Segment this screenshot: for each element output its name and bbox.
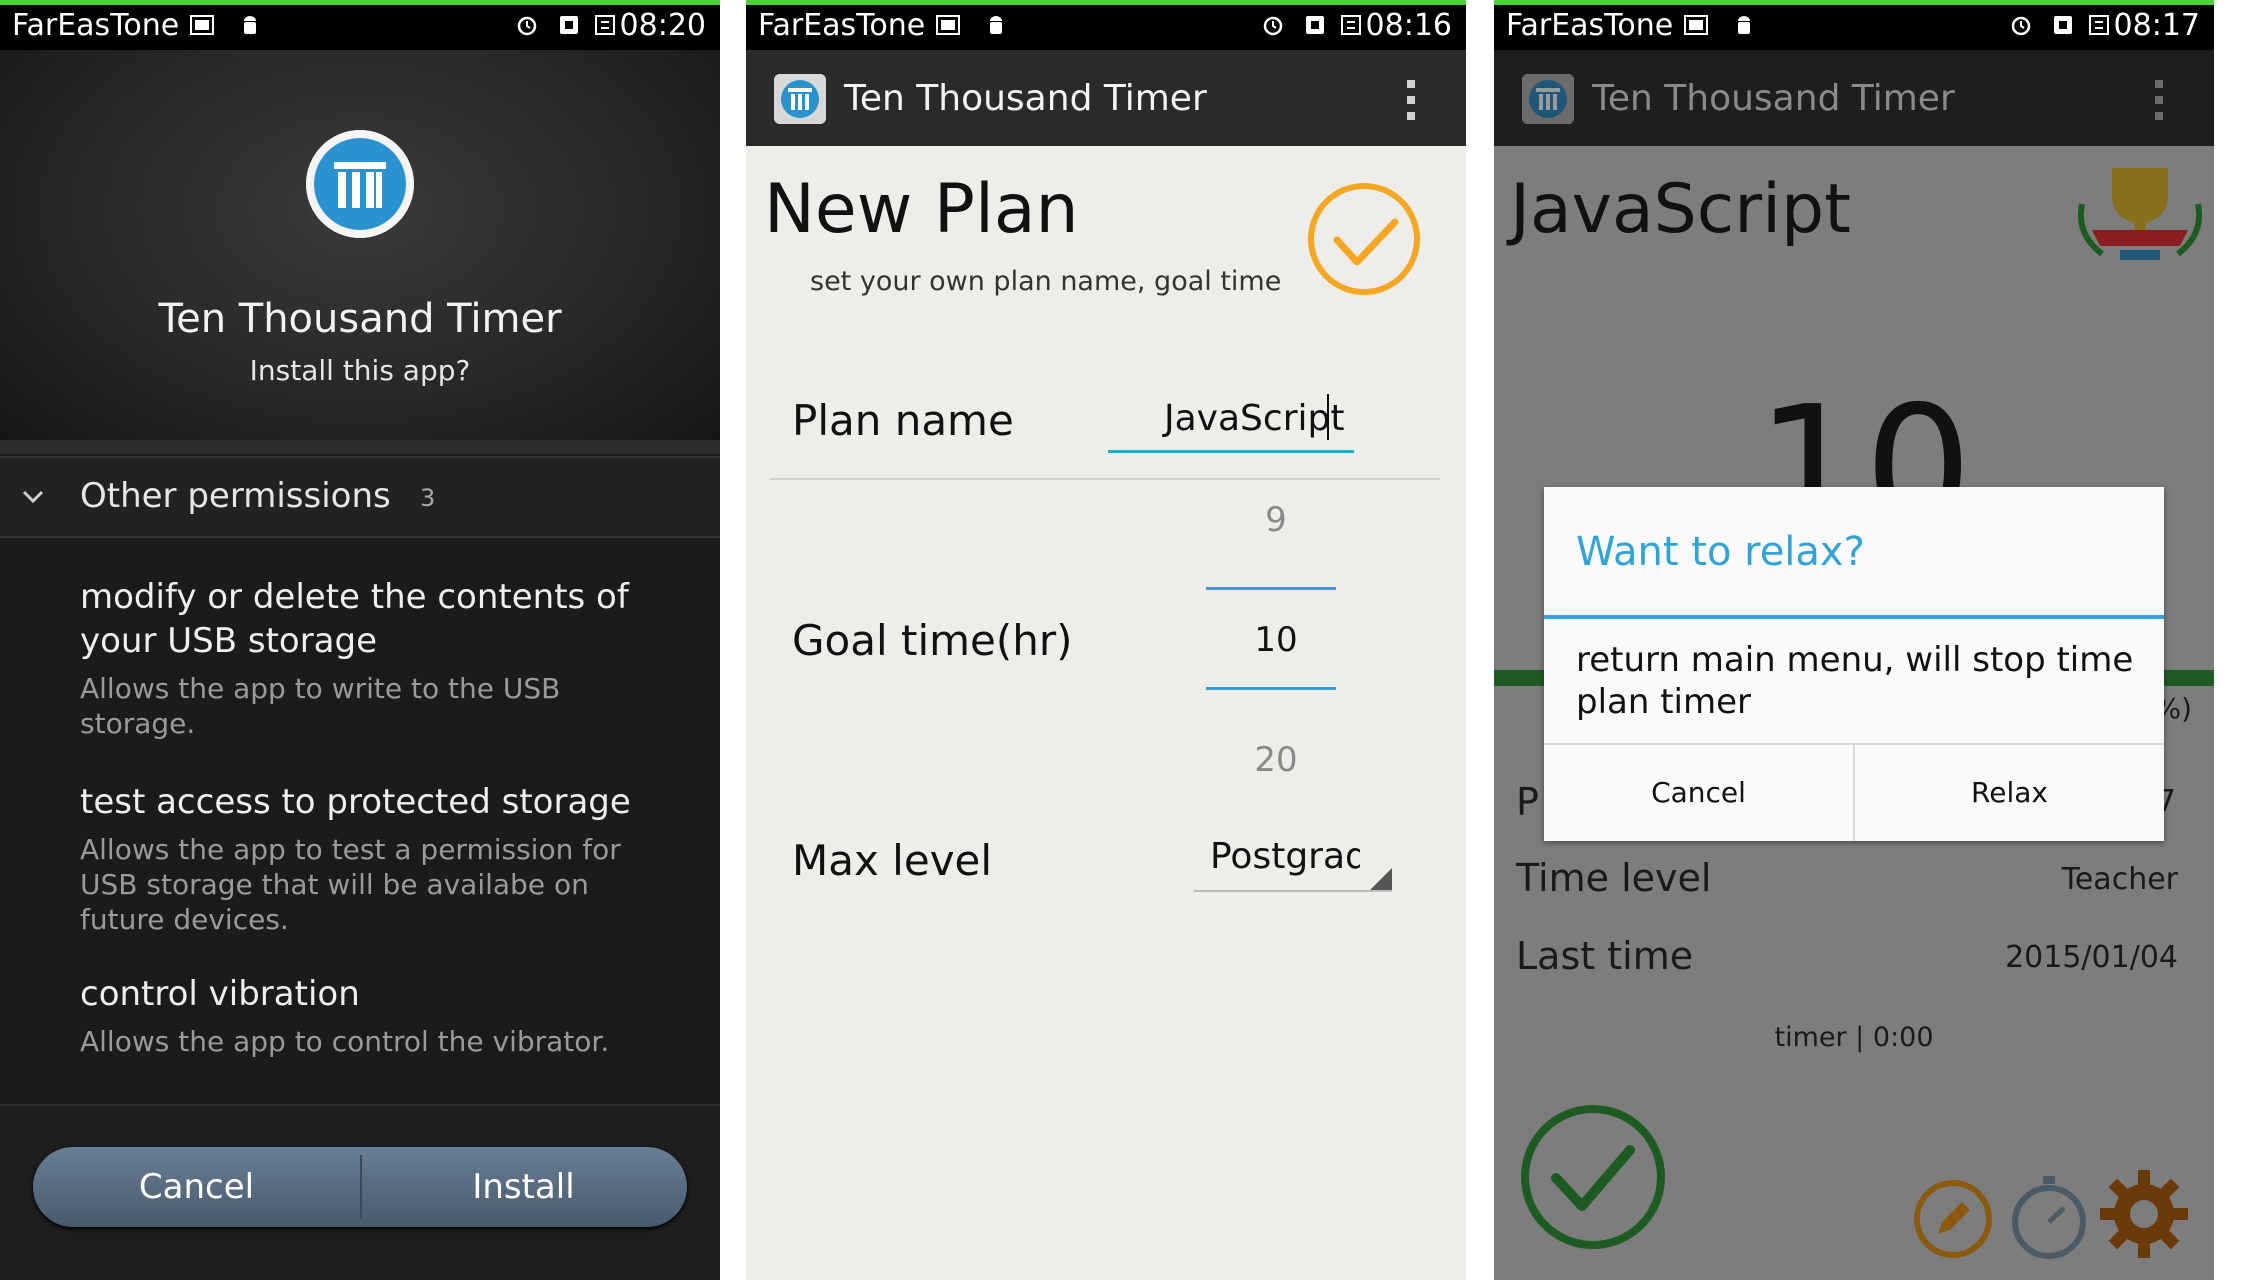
status-bar: FarEasTone 08:20 — [0, 0, 720, 50]
goal-picker-prev[interactable]: 9 — [1206, 500, 1346, 540]
last-time-value: 2015/01/04 — [2005, 940, 2178, 975]
sim-icon — [560, 16, 578, 34]
permission-description: Allows the app to write to the USB stora… — [80, 672, 561, 740]
status-progress-line — [746, 0, 1466, 5]
carrier-label: FarEasTone — [758, 8, 926, 43]
app-bar-title: Ten Thousand Timer — [844, 78, 1207, 119]
permission-title: modify or delete the contents of your US… — [80, 577, 629, 661]
overflow-menu-icon[interactable] — [2154, 78, 2164, 122]
max-level-label: Max level — [792, 836, 993, 885]
app-logo-icon — [774, 74, 826, 124]
permission-title: control vibration — [80, 974, 360, 1014]
picker-bottom-line — [1206, 687, 1336, 690]
sync-icon — [2089, 15, 2109, 35]
checkmark-icon[interactable] — [1307, 182, 1421, 296]
dialog-cancel-button[interactable]: Cancel — [1544, 745, 1853, 841]
permissions-count: 3 — [420, 484, 436, 512]
plan-info-label-partial: P — [1516, 780, 1539, 824]
status-progress-line — [1494, 0, 2214, 5]
time-level-value: Teacher — [2061, 862, 2178, 897]
app-logo-icon — [1522, 74, 1574, 124]
permission-item: control vibration Allows the app to cont… — [80, 972, 680, 1059]
install-hero — [0, 50, 720, 450]
max-level-value: Postgraduate — [1210, 836, 1360, 877]
settings-gear-icon[interactable] — [2098, 1168, 2190, 1260]
permission-item: modify or delete the contents of your US… — [80, 575, 680, 741]
sim-icon — [1306, 16, 1324, 34]
goal-picker-next[interactable]: 20 — [1206, 740, 1346, 780]
android-icon — [244, 16, 256, 34]
overflow-menu-icon[interactable] — [1406, 78, 1416, 122]
cancel-button[interactable]: Cancel — [33, 1147, 360, 1227]
relax-dialog: Want to relax? return main menu, will st… — [1544, 487, 2164, 841]
goal-time-label: Goal time(hr) — [792, 616, 1073, 665]
plan-name-input[interactable]: JavaScript — [1108, 384, 1354, 453]
hero-edge — [0, 440, 720, 454]
dialog-relax-button[interactable]: Relax — [1855, 745, 2164, 841]
install-prompt: Install this app? — [249, 354, 471, 387]
plan-name-value: JavaScript — [1164, 398, 1345, 439]
status-time: 08:17 — [2113, 8, 2200, 43]
edit-icon[interactable] — [1912, 1178, 1994, 1260]
status-bar: FarEasTone 08:16 — [746, 0, 1466, 50]
dropdown-arrow-icon — [1370, 868, 1392, 890]
timer-readout: timer | 0:00 — [1774, 1022, 1934, 1053]
last-time-label: Last time — [1516, 934, 1694, 978]
alarm-icon — [2011, 16, 2031, 36]
page-subtitle: set your own plan name, goal time — [810, 266, 1282, 297]
permission-item: test access to protected storage Allows … — [80, 780, 680, 937]
dialog-message: return main menu, will stop time plan ti… — [1576, 640, 2134, 722]
time-level-label: Time level — [1516, 856, 1712, 900]
checkmark-icon[interactable] — [1520, 1104, 1666, 1250]
goal-picker-value[interactable]: 10 — [1206, 620, 1346, 660]
sync-icon — [595, 15, 615, 35]
app-bar: Ten Thousand Timer — [1494, 50, 2214, 146]
alarm-icon — [517, 16, 537, 36]
app-logo-icon — [306, 130, 414, 238]
android-icon — [990, 16, 1002, 34]
permission-title: test access to protected storage — [80, 782, 631, 822]
plan-title: JavaScript — [1510, 170, 1851, 249]
new-plan-screen: FarEasTone 08:16 Ten Thousand Timer New … — [746, 0, 1466, 1280]
permission-description: Allows the app to control the vibrator. — [80, 1025, 610, 1058]
carrier-label: FarEasTone — [1506, 8, 1674, 43]
chevron-down-icon — [22, 490, 44, 504]
dialog-title-divider — [1544, 615, 2164, 619]
permissions-section-label: Other permissions — [80, 476, 391, 516]
status-time: 08:20 — [619, 8, 706, 43]
other-permissions-toggle[interactable]: Other permissions 3 — [0, 456, 720, 538]
picture-icon — [190, 15, 214, 35]
status-time: 08:16 — [1365, 8, 1452, 43]
max-level-select[interactable]: Postgraduate — [1194, 830, 1392, 892]
sim-icon — [2054, 16, 2072, 34]
picker-top-line — [1206, 587, 1336, 590]
status-bar: FarEasTone 08:17 — [1494, 0, 2214, 50]
stopwatch-icon[interactable] — [2008, 1174, 2090, 1260]
text-caret — [1327, 394, 1329, 440]
carrier-label: FarEasTone — [12, 8, 180, 43]
page-title: New Plan — [764, 170, 1079, 249]
picture-icon — [1684, 15, 1708, 35]
install-button-group: Cancel Install — [33, 1147, 687, 1227]
picture-icon — [936, 15, 960, 35]
plan-detail-screen: FarEasTone 08:17 Ten Thousand Timer Java… — [1494, 0, 2214, 1280]
install-button[interactable]: Install — [360, 1147, 687, 1227]
permission-description: Allows the app to test a permission for … — [80, 833, 621, 936]
alarm-icon — [1263, 16, 1283, 36]
install-screen: FarEasTone 08:20 Ten Thousand Timer Inst… — [0, 0, 720, 1280]
trophy-icon — [2078, 168, 2202, 260]
dialog-title: Want to relax? — [1576, 529, 1865, 575]
status-progress-line — [0, 0, 720, 5]
app-title: Ten Thousand Timer — [158, 296, 562, 342]
app-bar-title: Ten Thousand Timer — [1592, 78, 1955, 119]
app-bar: Ten Thousand Timer — [746, 50, 1466, 146]
section-divider — [770, 478, 1440, 480]
sync-icon — [1341, 15, 1361, 35]
android-icon — [1738, 16, 1750, 34]
plan-name-label: Plan name — [792, 396, 1014, 445]
